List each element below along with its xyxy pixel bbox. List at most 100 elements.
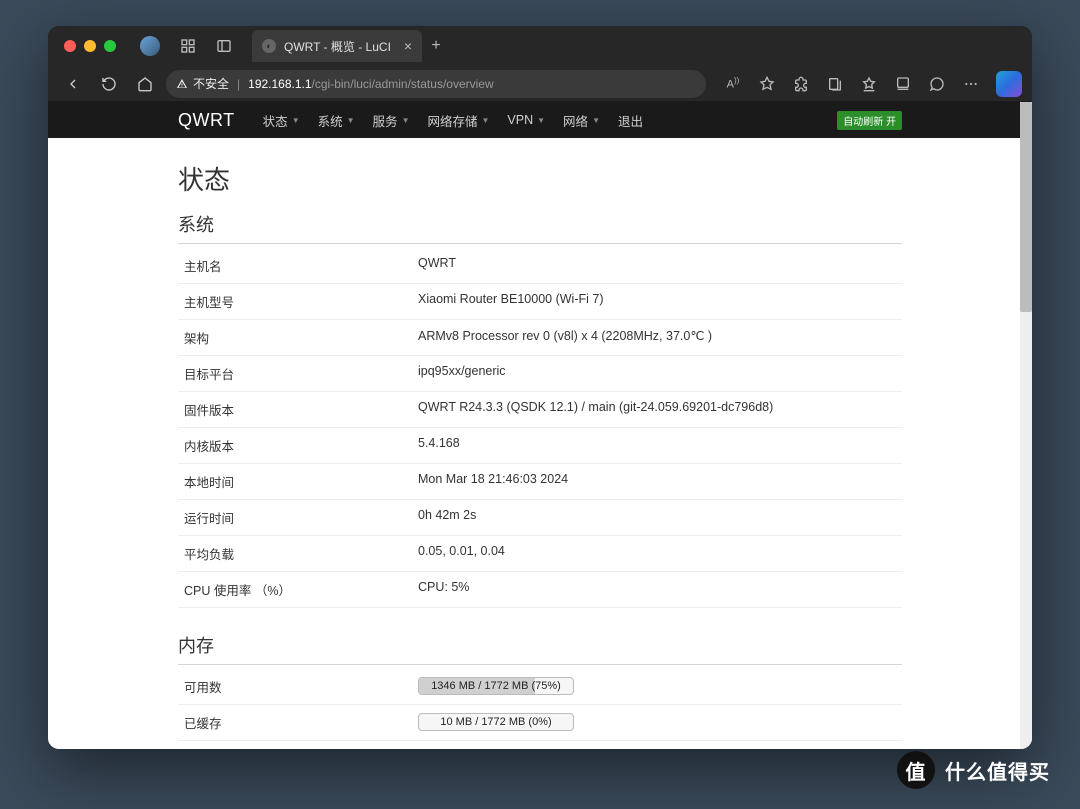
home-button[interactable] — [130, 70, 160, 98]
row-value: Mon Mar 18 21:46:03 2024 — [418, 472, 896, 491]
system-row: 内核版本5.4.168 — [178, 428, 902, 464]
row-label: 内核版本 — [184, 436, 418, 455]
auto-refresh-badge[interactable]: 自动刷新 开 — [837, 111, 902, 130]
nav-item-1[interactable]: 系统▼ — [318, 111, 355, 130]
insecure-label: 不安全 — [193, 75, 229, 92]
row-value: Xiaomi Router BE10000 (Wi-Fi 7) — [418, 292, 896, 311]
extensions-icon[interactable] — [786, 70, 816, 98]
section-memory-heading: 内存 — [178, 632, 902, 665]
tab-luci[interactable]: ◐ QWRT - 概览 - LuCI × — [252, 30, 422, 62]
page-title: 状态 — [178, 160, 902, 197]
watermark: 值 什么值得买 — [897, 751, 1050, 789]
chevron-down-icon: ▼ — [292, 116, 300, 125]
row-label: 主机型号 — [184, 292, 418, 311]
more-icon[interactable] — [956, 70, 986, 98]
progress-text: 10 MB / 1772 MB (0%) — [419, 714, 573, 730]
address-field[interactable]: 不安全 | 192.168.1.1/cgi-bin/luci/admin/sta… — [166, 70, 706, 98]
row-label: 可用数 — [184, 677, 418, 696]
nav-item-3[interactable]: 网络存储▼ — [427, 111, 489, 130]
brand-label[interactable]: QWRT — [178, 110, 235, 131]
system-row: 架构ARMv8 Processor rev 0 (v8l) x 4 (2208M… — [178, 320, 902, 356]
nav-item-2[interactable]: 服务▼ — [373, 111, 410, 130]
profile-avatar[interactable] — [140, 36, 160, 56]
progress-text: 1346 MB / 1772 MB (75%) — [419, 678, 573, 694]
row-label: 已缓存 — [184, 713, 418, 732]
titlebar: ◐ QWRT - 概览 - LuCI × + — [48, 26, 1032, 66]
chevron-down-icon: ▼ — [347, 116, 355, 125]
url-host: 192.168.1.1 — [248, 77, 311, 91]
system-row: 平均负载0.05, 0.01, 0.04 — [178, 536, 902, 572]
row-value: ARMv8 Processor rev 0 (v8l) x 4 (2208MHz… — [418, 328, 896, 347]
memory-row: 可用数1346 MB / 1772 MB (75%) — [178, 669, 902, 705]
favorite-icon[interactable] — [752, 70, 782, 98]
tab-strip: ◐ QWRT - 概览 - LuCI × + — [252, 30, 450, 62]
read-aloud-icon[interactable]: A)) — [718, 70, 748, 98]
memory-row: 已缓存10 MB / 1772 MB (0%) — [178, 705, 902, 741]
sidebar-toggle-icon[interactable] — [210, 32, 238, 60]
section-system-heading: 系统 — [178, 211, 902, 244]
maximize-window-button[interactable] — [104, 40, 116, 52]
viewport: QWRT 状态▼系统▼服务▼网络存储▼VPN▼网络▼退出 自动刷新 开 状态 系… — [48, 102, 1032, 749]
system-row: 运行时间0h 42m 2s — [178, 500, 902, 536]
progress-bar: 1346 MB / 1772 MB (75%) — [418, 677, 574, 695]
row-value: CPU: 5% — [418, 580, 896, 599]
row-value: QWRT — [418, 256, 896, 275]
tab-close-icon[interactable]: × — [404, 38, 412, 54]
memory-table: 可用数1346 MB / 1772 MB (75%)已缓存10 MB / 177… — [178, 669, 902, 741]
row-label: 固件版本 — [184, 400, 418, 419]
watermark-text: 什么值得买 — [945, 756, 1050, 785]
row-value: 5.4.168 — [418, 436, 896, 455]
url-bar: 不安全 | 192.168.1.1/cgi-bin/luci/admin/sta… — [48, 66, 1032, 102]
tab-favicon: ◐ — [262, 39, 276, 53]
system-row: 主机型号Xiaomi Router BE10000 (Wi-Fi 7) — [178, 284, 902, 320]
window-controls — [64, 40, 116, 52]
nav-item-0[interactable]: 状态▼ — [263, 111, 300, 130]
new-tab-button[interactable]: + — [422, 30, 450, 62]
row-value: 0h 42m 2s — [418, 508, 896, 527]
system-row: 目标平台ipq95xx/generic — [178, 356, 902, 392]
row-label: 运行时间 — [184, 508, 418, 527]
row-label: 目标平台 — [184, 364, 418, 383]
chevron-down-icon: ▼ — [402, 116, 410, 125]
row-label: 架构 — [184, 328, 418, 347]
row-label: 主机名 — [184, 256, 418, 275]
scrollbar-thumb[interactable] — [1020, 102, 1032, 312]
nav-item-4[interactable]: VPN▼ — [507, 111, 545, 130]
favorites-bar-icon[interactable] — [854, 70, 884, 98]
back-button[interactable] — [58, 70, 88, 98]
system-row: CPU 使用率 （%）CPU: 5% — [178, 572, 902, 608]
row-label: 本地时间 — [184, 472, 418, 491]
page-body: 状态 系统 主机名QWRT主机型号Xiaomi Router BE10000 (… — [48, 138, 1032, 749]
system-row: 主机名QWRT — [178, 248, 902, 284]
row-value: QWRT R24.3.3 (QSDK 12.1) / main (git-24.… — [418, 400, 896, 419]
workspaces-icon[interactable] — [174, 32, 202, 60]
row-label: 平均负载 — [184, 544, 418, 563]
downloads-icon[interactable] — [888, 70, 918, 98]
scrollbar-track[interactable] — [1020, 102, 1032, 749]
url-path: /cgi-bin/luci/admin/status/overview — [312, 77, 494, 91]
tab-title: QWRT - 概览 - LuCI — [284, 38, 391, 55]
system-row: 固件版本QWRT R24.3.3 (QSDK 12.1) / main (git… — [178, 392, 902, 428]
system-table: 主机名QWRT主机型号Xiaomi Router BE10000 (Wi-Fi … — [178, 248, 902, 608]
row-value: ipq95xx/generic — [418, 364, 896, 383]
luci-top-nav: QWRT 状态▼ 系统▼ 服务▼ 网络存储▼ VPN▼ 网络▼ 退出 自动刷新 开 — [48, 102, 1032, 138]
close-window-button[interactable] — [64, 40, 76, 52]
browser-window: ◐ QWRT - 概览 - LuCI × + 不安全 | 192.168.1.1… — [48, 26, 1032, 749]
chevron-down-icon: ▼ — [592, 116, 600, 125]
row-value: 0.05, 0.01, 0.04 — [418, 544, 896, 563]
system-row: 本地时间Mon Mar 18 21:46:03 2024 — [178, 464, 902, 500]
nav-item-5[interactable]: 网络▼ — [563, 111, 600, 130]
refresh-button[interactable] — [94, 70, 124, 98]
copilot-icon[interactable] — [996, 71, 1022, 97]
progress-bar: 10 MB / 1772 MB (0%) — [418, 713, 574, 731]
watermark-badge: 值 — [897, 751, 935, 789]
chevron-down-icon: ▼ — [482, 116, 490, 125]
insecure-badge: 不安全 — [176, 75, 229, 92]
collections-icon[interactable] — [820, 70, 850, 98]
toolbar-right: A)) — [718, 70, 1022, 98]
chevron-down-icon: ▼ — [537, 116, 545, 125]
row-label: CPU 使用率 （%） — [184, 580, 418, 599]
performance-icon[interactable] — [922, 70, 952, 98]
minimize-window-button[interactable] — [84, 40, 96, 52]
nav-item-6[interactable]: 退出 — [618, 111, 643, 130]
